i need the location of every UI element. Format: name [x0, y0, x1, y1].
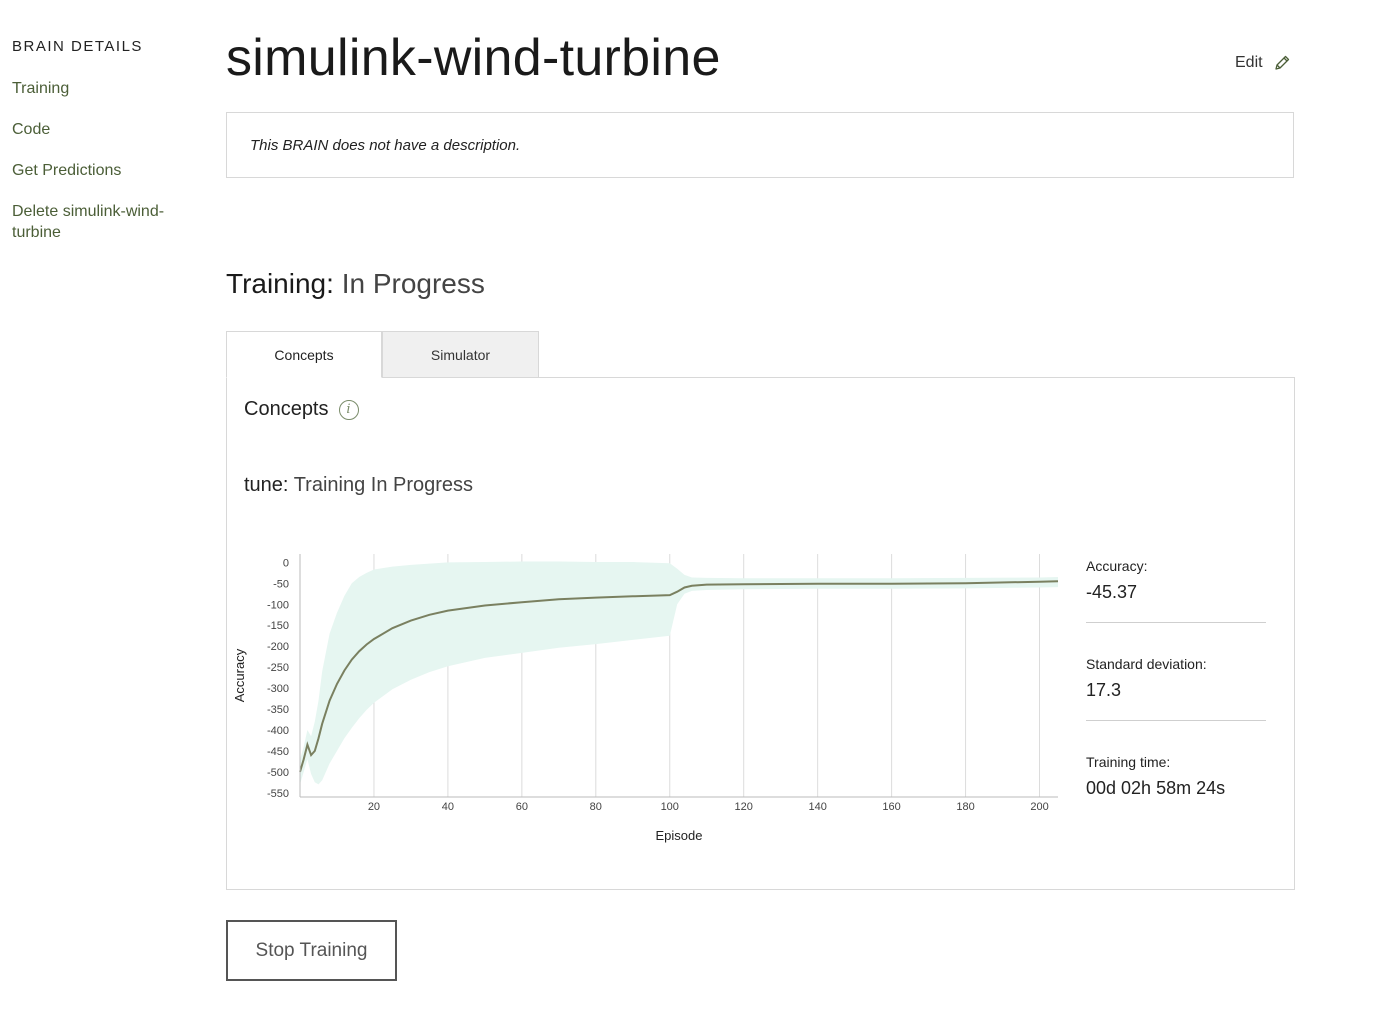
stat-label: Training time:: [1086, 754, 1171, 770]
y-tick-label: -100: [267, 599, 289, 611]
y-tick-label: -150: [267, 620, 289, 632]
tab-concepts[interactable]: Concepts: [226, 331, 382, 378]
concepts-title: Concepts i: [244, 398, 359, 421]
divider: [1086, 720, 1266, 721]
y-tick-label: -550: [267, 788, 289, 800]
y-tick-label: 0: [283, 557, 289, 569]
stat-value: -45.37: [1086, 582, 1138, 602]
page-title: simulink-wind-turbine: [226, 29, 721, 87]
x-axis-label: Episode: [656, 828, 703, 843]
stat-training-time: Training time: 00d 02h 58m 24s: [1086, 754, 1266, 850]
concept-status: tune: Training In Progress: [244, 474, 473, 497]
sidebar-item-code[interactable]: Code: [12, 119, 192, 140]
y-tick-label: -250: [267, 662, 289, 674]
stat-standard-deviation: Standard deviation: 17.3: [1086, 656, 1266, 752]
info-icon[interactable]: i: [338, 399, 359, 420]
x-tick-label: 140: [808, 801, 826, 813]
y-tick-label: -400: [267, 725, 289, 737]
x-tick-label: 120: [735, 801, 753, 813]
y-tick-label: -200: [267, 641, 289, 653]
y-tick-label: -50: [273, 578, 289, 590]
stats-panel: Accuracy: -45.37 Standard deviation: 17.…: [1086, 556, 1266, 850]
x-tick-label: 20: [368, 801, 380, 813]
y-tick-labels: 0 -50 -100 -150 -200 -250 -300 -350 -400 -450 -500…: [267, 557, 289, 799]
stop-training-button[interactable]: Stop Training: [226, 920, 397, 981]
accuracy-chart: 0 -50 -100 -150 -200 -250 -300 -350 -400 -450 -500…: [232, 554, 1059, 843]
training-label: Training:: [226, 268, 334, 299]
x-tick-label: 60: [516, 801, 528, 813]
sidebar: BRAIN DETAILS Training Code Get Predicti…: [12, 38, 192, 263]
y-tick-label: -300: [267, 683, 289, 695]
x-tick-label: 80: [590, 801, 602, 813]
sidebar-item-training[interactable]: Training: [12, 78, 192, 99]
sidebar-item-delete-brain[interactable]: Delete simulink-wind-turbine: [12, 201, 192, 243]
pencil-icon: [1274, 55, 1289, 70]
training-status: In Progress: [341, 268, 485, 299]
divider: [1086, 622, 1266, 623]
stat-value: 17.3: [1086, 680, 1122, 700]
x-tick-label: 200: [1030, 801, 1048, 813]
stat-accuracy: Accuracy: -45.37: [1086, 558, 1266, 654]
edit-label: Edit: [1235, 54, 1263, 71]
training-heading: Training: In Progress: [226, 268, 485, 300]
x-tick-label: 180: [956, 801, 974, 813]
concept-name: tune:: [244, 474, 289, 496]
description-box: This BRAIN does not have a description.: [226, 112, 1294, 178]
x-tick-label: 160: [882, 801, 900, 813]
sidebar-heading: BRAIN DETAILS: [12, 38, 143, 55]
x-tick-label: 100: [661, 801, 679, 813]
tab-simulator[interactable]: Simulator: [382, 331, 539, 378]
stat-value: 00d 02h 58m 24s: [1086, 778, 1226, 798]
stat-label: Accuracy:: [1086, 558, 1148, 574]
x-tick-label: 40: [442, 801, 454, 813]
x-tick-labels: 20 40 60 80 100 120 140 160 180 200: [368, 801, 1049, 813]
y-axis-label: Accuracy: [232, 648, 247, 702]
y-tick-label: -350: [267, 704, 289, 716]
std-dev-band: [300, 561, 1058, 785]
concept-status-text: Training In Progress: [293, 474, 474, 496]
stat-label: Standard deviation:: [1086, 656, 1207, 672]
y-tick-label: -450: [267, 746, 289, 758]
edit-button[interactable]: Edit: [1235, 54, 1291, 72]
description-text: This BRAIN does not have a description.: [250, 137, 521, 154]
concepts-title-text: Concepts: [244, 398, 329, 420]
sidebar-item-get-predictions[interactable]: Get Predictions: [12, 160, 192, 181]
y-tick-label: -500: [267, 767, 289, 779]
